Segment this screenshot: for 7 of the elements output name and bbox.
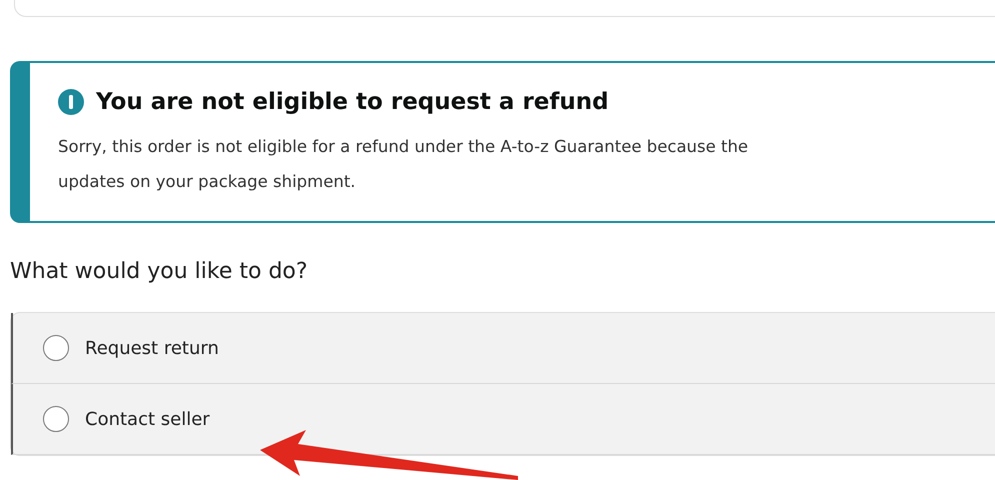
radio-button[interactable]	[43, 335, 69, 361]
radio-option[interactable]: Request return	[11, 313, 995, 384]
alert-title: You are not eligible to request a refund	[96, 89, 609, 115]
alert-message: Sorry, this order is not eligible for a refund under the A-to-z Guarantee because the updates on your package shipment.	[58, 136, 750, 193]
question-heading: What would you like to do?	[10, 259, 309, 284]
radio-button[interactable]	[43, 406, 69, 432]
info-icon	[58, 89, 84, 115]
